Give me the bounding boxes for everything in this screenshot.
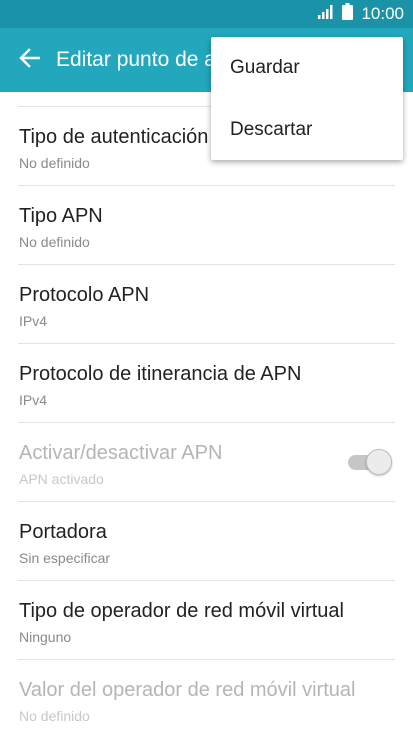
signal-bars-icon — [318, 4, 334, 24]
battery-icon — [342, 3, 354, 25]
setting-title: Valor del operador de red móvil virtual — [19, 679, 356, 701]
setting-value: IPv4 — [19, 313, 48, 329]
setting-title: Activar/desactivar APN — [19, 442, 223, 464]
menu-item-discard[interactable]: Descartar — [211, 99, 403, 160]
setting-title: Tipo APN — [19, 205, 103, 227]
divider — [18, 185, 395, 186]
setting-bearer[interactable]: Portadora Sin especificar — [0, 501, 413, 580]
setting-title: Protocolo APN — [19, 284, 150, 306]
status-bar: 10:00 — [0, 0, 413, 28]
setting-title: Portadora — [19, 521, 107, 543]
setting-value: No definido — [19, 708, 90, 724]
arrow-left-icon — [19, 47, 41, 73]
status-time: 10:00 — [361, 4, 404, 23]
setting-apn-protocol[interactable]: Protocolo APN IPv4 — [0, 264, 413, 343]
setting-value: Ninguno — [19, 629, 72, 645]
divider — [18, 422, 395, 423]
setting-apn-roaming-protocol[interactable]: Protocolo de itinerancia de APN IPv4 — [0, 343, 413, 422]
divider — [18, 343, 395, 344]
setting-title: Protocolo de itinerancia de APN — [19, 363, 302, 385]
apn-enable-toggle — [348, 449, 392, 475]
setting-value: No definido — [19, 234, 90, 250]
setting-title: Tipo de autenticación — [19, 126, 209, 148]
setting-mvno-value: Valor del operador de red móvil virtual … — [0, 659, 413, 738]
back-button[interactable] — [12, 42, 48, 78]
status-icons: 10:00 — [318, 0, 404, 28]
setting-value: Sin especificar — [19, 550, 111, 566]
setting-mvno-type[interactable]: Tipo de operador de red móvil virtual Ni… — [0, 580, 413, 659]
menu-item-save[interactable]: Guardar — [211, 37, 403, 98]
setting-title: Tipo de operador de red móvil virtual — [19, 600, 344, 622]
divider — [18, 264, 395, 265]
setting-apn-enable: Activar/desactivar APN APN activado — [0, 422, 413, 501]
divider — [18, 580, 395, 581]
setting-value: APN activado — [19, 471, 104, 487]
divider — [18, 659, 395, 660]
setting-value: IPv4 — [19, 392, 48, 408]
toggle-thumb — [366, 449, 392, 475]
overflow-menu: Guardar Descartar — [211, 37, 403, 160]
divider — [18, 501, 395, 502]
setting-value: No definido — [19, 155, 90, 171]
setting-apn-type[interactable]: Tipo APN No definido — [0, 185, 413, 264]
